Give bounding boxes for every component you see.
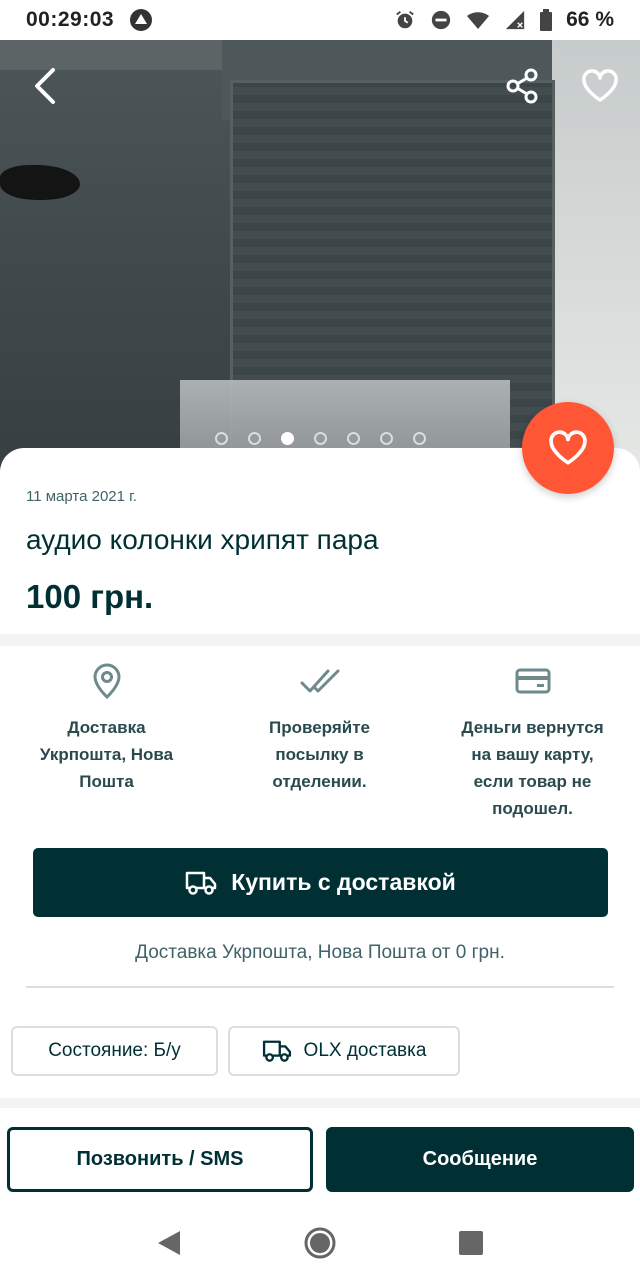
heart-icon [582, 69, 618, 102]
carousel-dot[interactable] [379, 432, 393, 445]
feature-check-parcel: Проверяйте посылку в отделении. [213, 660, 426, 822]
listing-price: 100 грн. [26, 578, 154, 615]
truck-icon [185, 871, 217, 895]
buy-button-label: Купить с доставкой [231, 869, 456, 895]
nav-home-icon[interactable] [304, 1227, 336, 1259]
feature-refund: Деньги вернутся на вашу карту, если това… [426, 660, 639, 822]
delivery-features: Доставка Укрпошта, Нова Пошта Проверяйте… [0, 660, 640, 822]
carousel-dot[interactable] [280, 432, 294, 445]
status-icons: 66 % [394, 8, 614, 32]
back-button[interactable] [24, 64, 68, 108]
olx-delivery-chip[interactable]: OLX доставка [228, 1026, 460, 1076]
battery-icon [540, 9, 553, 31]
back-arrow-icon [35, 68, 55, 104]
heart-icon [549, 430, 587, 465]
feature-refund-text: Деньги вернутся на вашу карту, если това… [461, 718, 604, 818]
section-divider [0, 634, 640, 646]
double-check-icon [300, 669, 339, 693]
share-icon [506, 68, 538, 104]
carousel-dot[interactable] [214, 432, 228, 445]
call-sms-label: Позвонить / SMS [76, 1148, 244, 1170]
alarm-icon [396, 11, 414, 29]
photo-detail [0, 165, 80, 200]
condition-chip-label: Состояние: Б/у [48, 1040, 181, 1061]
do-not-disturb-icon [431, 10, 451, 30]
listing-date: 11 марта 2021 г. [26, 488, 137, 505]
credit-card-icon [515, 668, 550, 694]
battery-percent: 66 % [566, 8, 614, 31]
nav-back-icon[interactable] [156, 1229, 182, 1257]
message-button[interactable]: Сообщение [326, 1127, 634, 1192]
system-nav-bar [0, 1206, 640, 1280]
status-bar: 00:29:03 66 % [0, 0, 640, 40]
buy-with-delivery-button[interactable]: Купить с доставкой [33, 848, 608, 917]
condition-chip[interactable]: Состояние: Б/у [11, 1026, 218, 1076]
carousel-dot[interactable] [412, 432, 426, 445]
olx-delivery-chip-label: OLX доставка [303, 1040, 427, 1061]
feature-check-parcel-text: Проверяйте посылку в отделении. [269, 718, 370, 791]
feature-delivery: Доставка Укрпошта, Нова Пошта [0, 660, 213, 822]
call-sms-button[interactable]: Позвонить / SMS [7, 1127, 313, 1192]
listing-title: аудио колонки хрипят пара [26, 524, 379, 555]
feature-delivery-text: Доставка Укрпошта, Нова Пошта [39, 718, 174, 791]
delivery-price-note: Доставка Укрпошта, Нова Пошта от 0 грн. [135, 942, 505, 963]
truck-icon [262, 1040, 291, 1062]
location-pin-icon [92, 663, 121, 699]
carousel-dot[interactable] [247, 432, 261, 445]
carousel-dot[interactable] [346, 432, 360, 445]
divider-line [26, 986, 614, 988]
favorite-button-top[interactable] [578, 64, 622, 108]
listing-photo-carousel[interactable] [0, 40, 640, 470]
share-button[interactable] [500, 64, 544, 108]
signal-icon [505, 10, 525, 30]
carousel-dot[interactable] [313, 432, 327, 445]
alert-triangle-icon [130, 9, 153, 31]
message-label: Сообщение [422, 1148, 538, 1170]
nav-recents-icon[interactable] [458, 1230, 484, 1256]
wifi-icon [467, 12, 490, 29]
status-time: 00:29:03 [26, 8, 115, 31]
favorite-fab-button[interactable] [522, 402, 614, 494]
